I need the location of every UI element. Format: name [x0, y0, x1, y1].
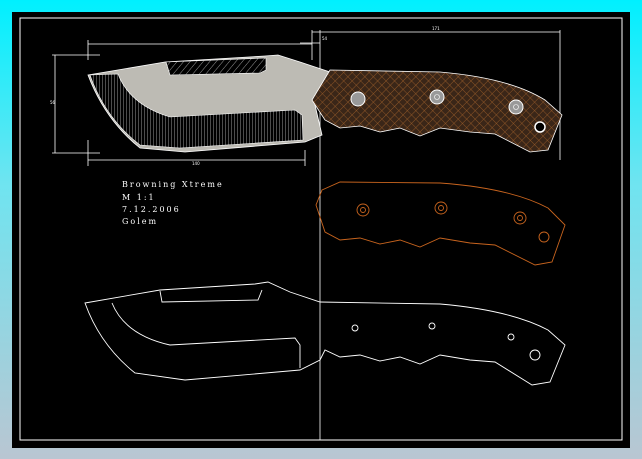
dim-blade-height: 56: [50, 100, 56, 105]
spine-hatch: [165, 57, 267, 76]
scale-label: M 1:1: [122, 193, 156, 202]
lanyard-hole: [534, 121, 546, 133]
knife-drawing: 171 54 56 140 Browning Xtreme M 1:1 7.12…: [19, 17, 623, 441]
cad-drawing-canvas[interactable]: 171 54 56 140 Browning Xtreme M 1:1 7.12…: [12, 12, 630, 448]
dim-overall-length: 171: [432, 26, 440, 31]
handle-outline-view: [315, 181, 566, 266]
pin-2: [429, 89, 445, 105]
dim-blade-length: 140: [192, 161, 200, 166]
knife-outline-view: [84, 281, 566, 386]
knife-rendered-view: [87, 54, 563, 153]
title-block: Browning Xtreme M 1:1 7.12.2006 Golem: [122, 180, 224, 226]
handle-scale: [311, 69, 563, 153]
pin-3: [508, 99, 524, 115]
pin-1: [350, 91, 366, 107]
dim-handle-offset: 54: [322, 36, 328, 41]
date-label: 7.12.2006: [122, 205, 181, 214]
author-label: Golem: [122, 217, 158, 226]
knife-name: Browning Xtreme: [122, 180, 224, 189]
